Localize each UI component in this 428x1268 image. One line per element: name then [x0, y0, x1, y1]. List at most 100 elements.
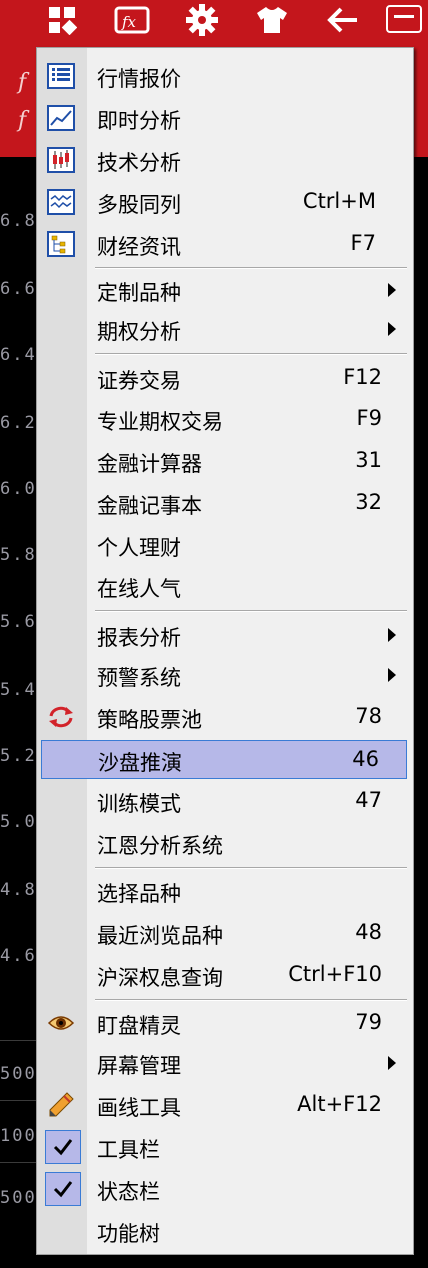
menu-item-dividend-query[interactable]: 沪深权息查询 Ctrl+F10 — [40, 957, 410, 993]
menu-item-label: 训练模式 — [97, 792, 181, 816]
scale-label: 6.2 — [0, 413, 37, 433]
submenu-arrow-icon — [388, 1056, 396, 1070]
multi-chart-icon — [46, 188, 76, 216]
scale-label: 5.0 — [0, 812, 37, 832]
menu-item-custom-variety[interactable]: 定制品种 — [40, 272, 410, 308]
line-chart-icon — [46, 104, 76, 132]
eye-icon — [46, 1009, 76, 1037]
menu-item-label: 盯盘精灵 — [97, 1014, 181, 1038]
menu-item-sandbox-simulation[interactable]: 沙盘推演 46 — [41, 740, 407, 779]
menu-item-shortcut: 48 — [355, 920, 382, 944]
menu-item-gann-analysis[interactable]: 江恩分析系统 — [40, 825, 410, 861]
menu-item-label: 画线工具 — [97, 1096, 181, 1120]
menu-item-shortcut: F7 — [350, 231, 376, 255]
menu-item-multi-stock[interactable]: 多股同列 Ctrl+M — [40, 184, 410, 220]
menu-item-label: 选择品种 — [97, 882, 181, 906]
menu-item-shortcut: Ctrl+M — [302, 189, 376, 213]
shirt-icon[interactable] — [252, 4, 292, 36]
menu-item-label: 即时分析 — [97, 109, 181, 133]
menu-item-securities-trading[interactable]: 证券交易 F12 — [40, 360, 410, 396]
formula-icon[interactable]: fx — [112, 4, 152, 36]
back-arrow-icon[interactable] — [322, 4, 362, 36]
grid-line — [0, 1162, 36, 1163]
menu-item-drawing-tools[interactable]: 画线工具 Alt+F12 — [40, 1087, 410, 1123]
formula-glyph-icon: 𝑓 — [18, 70, 27, 95]
menu-item-label: 个人理财 — [97, 536, 181, 560]
menu-item-technical-analysis[interactable]: 技术分析 — [40, 142, 410, 178]
submenu-arrow-icon — [388, 628, 396, 642]
quote-table-icon — [46, 62, 76, 90]
menu-item-finance-news[interactable]: 财经资讯 F7 — [40, 226, 410, 262]
menu-item-shortcut: Alt+F12 — [297, 1092, 382, 1116]
menu-item-label: 证券交易 — [97, 369, 181, 393]
check-icon — [45, 1172, 81, 1206]
scale-label: 4.8 — [0, 880, 37, 900]
menu-item-label: 沪深权息查询 — [97, 966, 223, 990]
menu-item-market-watch-wizard[interactable]: 盯盘精灵 79 — [40, 1005, 410, 1041]
menu-item-personal-finance[interactable]: 个人理财 — [40, 527, 410, 563]
pencil-icon — [46, 1091, 76, 1119]
menu-separator — [95, 867, 407, 869]
svg-text:fx: fx — [121, 13, 137, 31]
menu-item-online-popularity[interactable]: 在线人气 — [40, 568, 410, 604]
menu-item-shortcut: 79 — [355, 1010, 382, 1034]
menu-item-label: 沙盘推演 — [98, 751, 182, 775]
menu-item-report-analysis[interactable]: 报表分析 — [40, 617, 410, 653]
menu-item-shortcut: 78 — [355, 704, 382, 728]
menu-separator — [95, 610, 407, 612]
menu-item-label: 策略股票池 — [97, 708, 202, 732]
menu-item-label: 行情报价 — [97, 67, 181, 91]
menu-separator — [95, 267, 407, 269]
menu-item-realtime-analysis[interactable]: 即时分析 — [40, 100, 410, 136]
submenu-arrow-icon — [388, 283, 396, 297]
menu-item-pro-options-trading[interactable]: 专业期权交易 F9 — [40, 401, 410, 437]
menu-item-shortcut: 47 — [355, 788, 382, 812]
menu-item-toolbar[interactable]: 工具栏 — [40, 1129, 410, 1165]
menu-item-status-bar[interactable]: 状态栏 — [40, 1171, 410, 1207]
menu-item-shortcut: F12 — [343, 365, 382, 389]
menu-item-recent-varieties[interactable]: 最近浏览品种 48 — [40, 915, 410, 951]
menu-item-shortcut: 46 — [352, 747, 379, 771]
scale-label: 100 — [0, 1126, 37, 1146]
menu-item-label: 预警系统 — [97, 666, 181, 690]
gear-icon[interactable] — [182, 4, 222, 36]
menu-item-label: 工具栏 — [97, 1138, 160, 1162]
menu-item-label: 金融记事本 — [97, 494, 202, 518]
news-tree-icon — [46, 230, 76, 258]
scale-label: 6.0 — [0, 479, 37, 499]
menu-item-training-mode[interactable]: 训练模式 47 — [40, 783, 410, 819]
grid-line — [0, 1100, 36, 1101]
menu-item-label: 报表分析 — [97, 626, 181, 650]
menu-item-screen-management[interactable]: 屏幕管理 — [40, 1045, 410, 1081]
menu-item-shortcut: 31 — [355, 448, 382, 472]
scale-label: 500 — [0, 1064, 37, 1084]
menu-item-select-variety[interactable]: 选择品种 — [40, 873, 410, 909]
menu-item-label: 期权分析 — [97, 320, 181, 344]
menu-item-alert-system[interactable]: 预警系统 — [40, 657, 410, 693]
menu-item-label: 江恩分析系统 — [97, 834, 223, 858]
formula-glyph-icon: 𝑓 — [18, 108, 27, 133]
menu-separator — [95, 353, 407, 355]
menu-item-label: 财经资讯 — [97, 235, 181, 259]
menu-item-label: 在线人气 — [97, 577, 181, 601]
menu-item-shortcut: Ctrl+F10 — [288, 962, 382, 986]
top-toolbar: fx — [0, 0, 428, 40]
menu-item-finance-notebook[interactable]: 金融记事本 32 — [40, 485, 410, 521]
grid-icon[interactable] — [42, 4, 82, 36]
submenu-arrow-icon — [388, 322, 396, 336]
menu-item-label: 金融计算器 — [97, 452, 202, 476]
menu-item-shortcut: 32 — [355, 490, 382, 514]
menu-item-strategy-pool[interactable]: 策略股票池 78 — [40, 699, 410, 735]
menu-item-option-analysis[interactable]: 期权分析 — [40, 311, 410, 347]
menu-item-function-tree[interactable]: 功能树 — [40, 1213, 410, 1249]
menu-item-label: 技术分析 — [97, 151, 181, 175]
menu-item-quote[interactable]: 行情报价 — [40, 58, 410, 94]
menu-item-finance-calculator[interactable]: 金融计算器 31 — [40, 443, 410, 479]
scale-label: 5.8 — [0, 545, 37, 565]
menu-item-shortcut: F9 — [356, 406, 382, 430]
menu-separator — [95, 999, 407, 1001]
menu-item-label: 屏幕管理 — [97, 1054, 181, 1078]
scale-label: 5.2 — [0, 746, 37, 766]
minimize-icon[interactable] — [384, 4, 424, 36]
context-menu: 行情报价 即时分析 技术分析 多股同列 Ctrl+M 财经资讯 F7 定制品种 — [36, 47, 414, 1255]
